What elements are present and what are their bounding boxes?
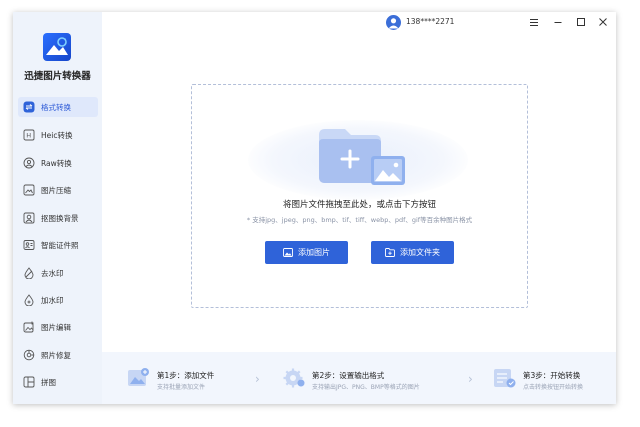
raw-icon bbox=[23, 157, 35, 169]
sidebar-item-cutout[interactable]: 抠图换背景 bbox=[18, 208, 98, 228]
sidebar-item-label: 拼图 bbox=[41, 377, 56, 387]
step-2: 第2步：设置输出格式 支持输出JPG、PNG、BMP等格式的图片 bbox=[283, 362, 453, 394]
supported-formats: * 支持jpg、jpeg、png、bmp、tif、tiff、webp、pdf、g… bbox=[246, 216, 473, 224]
add-folder-label: 添加文件夹 bbox=[400, 248, 440, 257]
chevron-right-icon: › bbox=[468, 372, 473, 386]
file-drop-zone[interactable]: 将图片文件拖拽至此处，或点击下方按钮 * 支持jpg、jpeg、png、bmp、… bbox=[191, 84, 528, 308]
maximize-icon[interactable] bbox=[575, 16, 587, 28]
add-folder-button[interactable]: 添加文件夹 bbox=[371, 241, 454, 264]
minimize-icon[interactable] bbox=[552, 16, 564, 28]
image-icon bbox=[283, 248, 293, 257]
sidebar-item-collage[interactable]: 拼图 bbox=[18, 372, 98, 392]
svg-text:H: H bbox=[26, 132, 31, 140]
step-1-title: 第1步：添加文件 bbox=[157, 371, 215, 380]
step-2-title: 第2步：设置输出格式 bbox=[312, 371, 385, 380]
remove-watermark-icon bbox=[23, 267, 35, 279]
step-3-title: 第3步：开始转换 bbox=[523, 371, 581, 380]
add-image-label: 添加图片 bbox=[298, 248, 330, 257]
sidebar-item-label: 抠图换背景 bbox=[41, 213, 79, 223]
add-file-step-icon bbox=[128, 368, 150, 388]
heic-icon: H bbox=[23, 129, 35, 141]
sidebar-item-label: 去水印 bbox=[41, 268, 64, 278]
folder-add-icon bbox=[317, 127, 407, 195]
app-name: 迅捷图片转换器 bbox=[24, 71, 91, 82]
sidebar-item-raw[interactable]: Raw转换 bbox=[18, 153, 98, 173]
photo-repair-icon bbox=[23, 349, 35, 361]
collage-icon bbox=[23, 376, 35, 388]
sidebar-item-photo-repair[interactable]: 照片修复 bbox=[18, 345, 98, 365]
sidebar-item-label: 图片编辑 bbox=[41, 322, 71, 332]
sidebar-item-remove-watermark[interactable]: 去水印 bbox=[18, 263, 98, 283]
sidebar-item-label: Raw转换 bbox=[41, 158, 72, 168]
id-photo-icon bbox=[23, 239, 35, 251]
start-convert-step-icon bbox=[494, 368, 516, 388]
sidebar-item-heic[interactable]: H Heic转换 bbox=[18, 125, 98, 145]
add-watermark-icon bbox=[23, 294, 35, 306]
compress-icon bbox=[23, 184, 35, 196]
sidebar-item-add-watermark[interactable]: 加水印 bbox=[18, 290, 98, 310]
menu-icon[interactable] bbox=[528, 16, 540, 28]
sidebar-item-label: 智能证件照 bbox=[41, 240, 79, 250]
add-image-button[interactable]: 添加图片 bbox=[265, 241, 348, 264]
format-convert-icon bbox=[23, 101, 35, 113]
sidebar-item-id-photo[interactable]: 智能证件照 bbox=[18, 235, 98, 255]
sidebar-item-compress[interactable]: 图片压缩 bbox=[18, 180, 98, 200]
steps-bar: 第1步：添加文件 支持批量添加文件 › 第2步：设置输出格式 支持输出JPG、P… bbox=[102, 352, 616, 404]
step-1: 第1步：添加文件 支持批量添加文件 bbox=[128, 362, 248, 394]
sidebar-item-label: 图片压缩 bbox=[41, 185, 71, 195]
sidebar-item-label: 格式转换 bbox=[41, 102, 71, 112]
app-logo-icon bbox=[43, 33, 71, 61]
chevron-right-icon: › bbox=[255, 372, 260, 386]
image-edit-icon bbox=[23, 321, 35, 333]
close-icon[interactable] bbox=[597, 16, 609, 28]
sidebar-item-label: 照片修复 bbox=[41, 350, 71, 360]
user-phone[interactable]: 138****2271 bbox=[406, 17, 454, 26]
step-2-desc: 支持输出JPG、PNG、BMP等格式的图片 bbox=[312, 384, 420, 391]
folder-icon bbox=[385, 248, 395, 257]
cutout-icon bbox=[23, 212, 35, 224]
app-window: 迅捷图片转换器 格式转换 H Heic转换 Raw转换 图片压缩 抠图换背景 智… bbox=[13, 12, 616, 404]
sidebar-item-image-edit[interactable]: 图片编辑 bbox=[18, 317, 98, 337]
step-1-desc: 支持批量添加文件 bbox=[157, 384, 206, 391]
sidebar-item-label: Heic转换 bbox=[41, 130, 73, 140]
sidebar-item-label: 加水印 bbox=[41, 295, 64, 305]
drop-instruction: 将图片文件拖拽至此处，或点击下方按钮 bbox=[282, 200, 436, 210]
step-3-desc: 点击转换按钮开始转换 bbox=[523, 384, 584, 391]
user-avatar[interactable] bbox=[386, 15, 401, 30]
sidebar-item-format-convert[interactable]: 格式转换 bbox=[18, 97, 98, 117]
sidebar: 迅捷图片转换器 格式转换 H Heic转换 Raw转换 图片压缩 抠图换背景 智… bbox=[13, 12, 102, 404]
settings-step-icon bbox=[283, 368, 305, 388]
step-3: 第3步：开始转换 点击转换按钮开始转换 bbox=[494, 362, 604, 394]
